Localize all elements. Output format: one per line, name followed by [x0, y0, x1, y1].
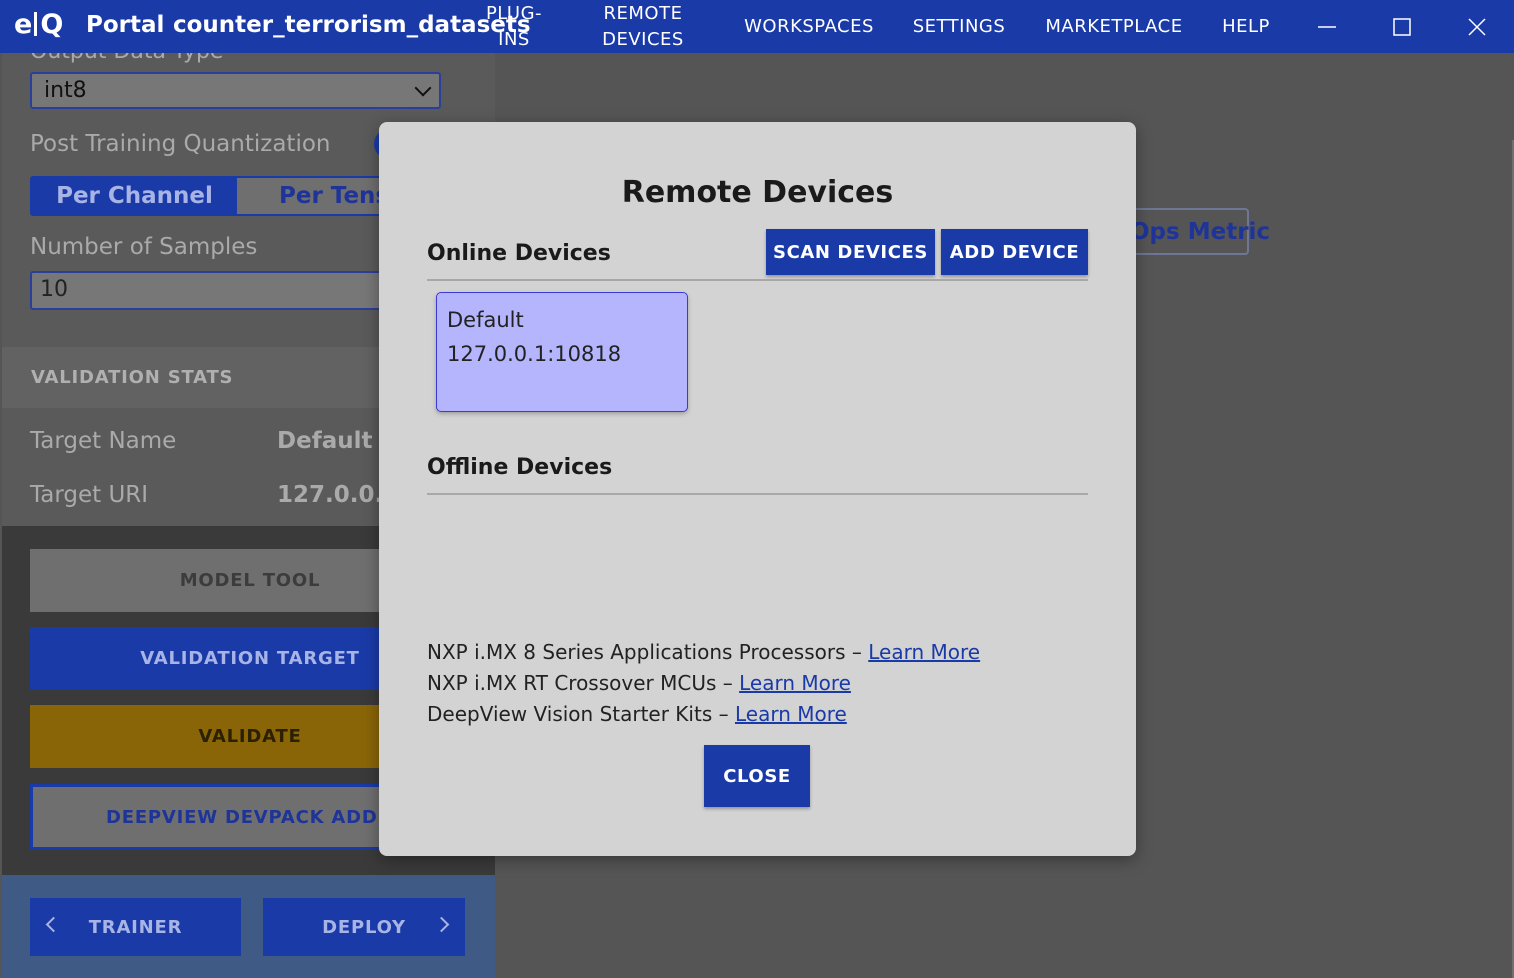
target-name-label: Target Name — [30, 428, 177, 454]
nav-help-label: HELP — [1222, 15, 1270, 37]
trainer-label: TRAINER — [88, 916, 183, 938]
device-address: 127.0.0.1:10818 — [447, 342, 622, 366]
chevron-right-icon — [433, 916, 450, 933]
trainer-back-button[interactable]: TRAINER — [30, 898, 241, 956]
nav-marketplace[interactable]: MARKETPLACE — [1035, 0, 1193, 53]
offline-devices-title: Offline Devices — [427, 455, 613, 480]
ptq-label: Post Training Quantization — [30, 131, 331, 157]
target-name-value: Default — [277, 428, 373, 454]
close-dialog-button[interactable]: CLOSE — [704, 745, 810, 807]
online-divider — [427, 279, 1088, 281]
number-of-samples-input[interactable]: 10 — [30, 271, 430, 310]
deploy-next-button[interactable]: DEPLOY — [263, 898, 465, 956]
info-deepview-text: DeepView Vision Starter Kits – — [427, 702, 735, 726]
metric-button-label: Ops Metric — [1130, 219, 1271, 245]
scan-devices-button[interactable]: SCAN DEVICES — [766, 229, 935, 275]
online-devices-title: Online Devices — [427, 241, 611, 266]
nav-settings-label: SETTINGS — [912, 15, 1006, 37]
add-device-button[interactable]: ADD DEVICE — [941, 229, 1088, 275]
nav-workspaces[interactable]: WORKSPACES — [733, 0, 885, 53]
device-name: Default — [447, 308, 524, 332]
nav-remote-devices-line2: DEVICES — [602, 28, 684, 50]
learn-more-link-imx8[interactable]: Learn More — [868, 640, 980, 664]
close-icon — [1468, 17, 1486, 36]
eiq-logo: eQ — [14, 9, 63, 40]
minimize-icon — [1318, 25, 1336, 28]
nav-plugins-line1: PLUG- — [485, 2, 543, 24]
device-card[interactable]: Default 127.0.0.1:10818 — [436, 292, 688, 412]
logo-prefix: e — [14, 9, 32, 40]
learn-more-link-imxrt[interactable]: Learn More — [739, 671, 851, 695]
output-data-type-label: Output Data Type — [30, 53, 223, 64]
target-uri-label: Target URI — [30, 482, 149, 508]
nav-workspaces-label: WORKSPACES — [744, 15, 874, 37]
info-imxrt-text: NXP i.MX RT Crossover MCUs – — [427, 671, 740, 695]
app-brand: Portal — [86, 12, 165, 38]
nav-settings[interactable]: SETTINGS — [904, 0, 1014, 53]
nav-remote-devices-line1: REMOTE — [603, 2, 683, 24]
deploy-label: DEPLOY — [322, 916, 406, 938]
nav-plugins[interactable]: PLUG- INS — [476, 0, 552, 53]
chevron-left-icon — [45, 916, 62, 933]
nav-help[interactable]: HELP — [1214, 0, 1278, 53]
number-of-samples-label: Number of Samples — [30, 234, 258, 260]
offline-divider — [427, 493, 1088, 495]
logo-suffix: Q — [40, 9, 63, 40]
chevron-down-icon — [414, 79, 432, 97]
maximize-icon — [1393, 17, 1411, 36]
minimize-button[interactable] — [1292, 0, 1362, 53]
title-bar: eQ Portal counter_terrorism_datasets PLU… — [0, 0, 1514, 53]
output-data-type-select[interactable]: int8 — [30, 72, 441, 109]
per-channel-option[interactable]: Per Channel — [32, 178, 237, 214]
dialog-title: Remote Devices — [621, 175, 894, 210]
output-data-type-value: int8 — [44, 78, 87, 103]
nav-marketplace-label: MARKETPLACE — [1045, 15, 1183, 37]
maximize-button[interactable] — [1367, 0, 1437, 53]
info-deepview: DeepView Vision Starter Kits – Learn Mor… — [427, 702, 847, 726]
info-imxrt: NXP i.MX RT Crossover MCUs – Learn More — [427, 671, 851, 695]
learn-more-link-deepview[interactable]: Learn More — [735, 702, 847, 726]
nav-remote-devices[interactable]: REMOTE DEVICES — [590, 0, 696, 53]
info-imx8-text: NXP i.MX 8 Series Applications Processor… — [427, 640, 869, 664]
stage-navigation: TRAINER DEPLOY — [2, 875, 495, 978]
info-imx8: NXP i.MX 8 Series Applications Processor… — [427, 640, 980, 664]
remote-devices-dialog: Remote Devices Online Devices SCAN DEVIC… — [379, 122, 1136, 856]
nav-plugins-line2: INS — [498, 28, 530, 50]
close-window-button[interactable] — [1442, 0, 1512, 53]
